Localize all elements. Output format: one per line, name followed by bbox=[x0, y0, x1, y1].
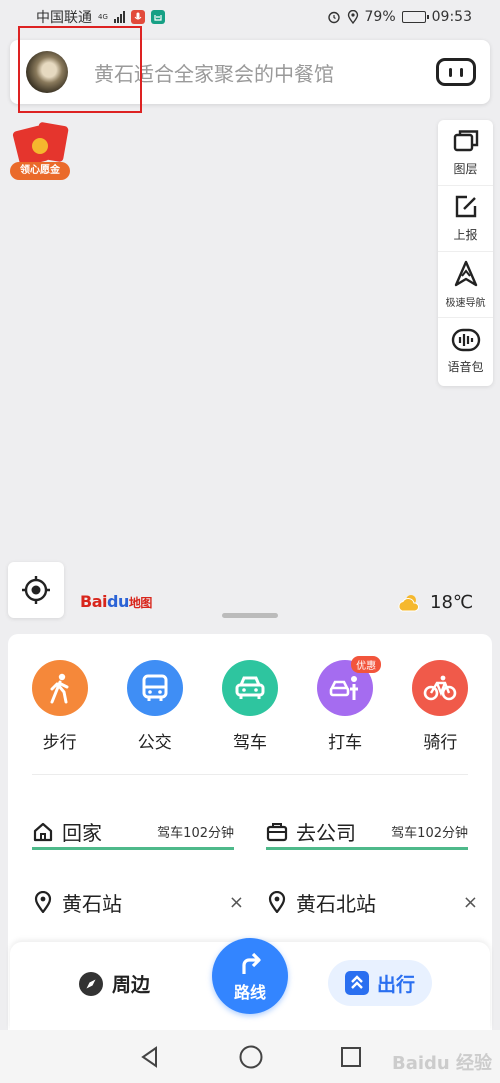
mode-drive[interactable]: 驾车 bbox=[210, 660, 290, 753]
tool-layers[interactable]: 图层 bbox=[438, 120, 493, 186]
tool-fast-navigation[interactable]: 极速导航 bbox=[438, 252, 493, 318]
layers-icon bbox=[453, 130, 478, 152]
coin-icon bbox=[32, 138, 48, 154]
route-label: 路线 bbox=[233, 983, 266, 1002]
voice-pack-icon bbox=[451, 328, 480, 351]
mode-bike[interactable]: 骑行 bbox=[400, 660, 480, 753]
tab-label: 周边 bbox=[112, 974, 151, 996]
briefcase-icon bbox=[266, 822, 288, 841]
voice-eye-right bbox=[460, 67, 463, 77]
locate-me-button[interactable] bbox=[8, 562, 64, 618]
signal-icon bbox=[114, 11, 125, 23]
mode-label: 公交 bbox=[137, 733, 172, 753]
mode-icon-circle bbox=[221, 660, 278, 716]
mode-walk[interactable]: 步行 bbox=[20, 660, 100, 753]
destination-label: 黄石北站 bbox=[296, 891, 376, 916]
mode-label: 骑行 bbox=[423, 733, 458, 753]
shortcut-company[interactable]: 去公司 驾车102分钟 bbox=[266, 816, 468, 850]
promo-badge: 优惠 bbox=[351, 656, 382, 673]
shortcut-label: 去公司 bbox=[296, 821, 356, 845]
home-icon bbox=[33, 822, 53, 841]
logo-map: 地图 bbox=[128, 596, 153, 610]
mode-icon-circle bbox=[31, 660, 88, 716]
tool-label: 语音包 bbox=[447, 359, 484, 374]
recent-destination[interactable]: 黄石北站 × bbox=[268, 886, 478, 918]
bus-icon bbox=[142, 674, 168, 701]
shortcut-eta: 驾车102分钟 bbox=[157, 826, 234, 841]
clock: 09:53 bbox=[431, 9, 472, 25]
compass-icon bbox=[79, 971, 103, 996]
highlight-annotation-box bbox=[18, 26, 142, 113]
promo-label: 领心愿金 bbox=[10, 162, 70, 180]
destination-label: 黄石站 bbox=[62, 891, 122, 916]
watermark: Baidu 经验 bbox=[391, 1053, 492, 1074]
tool-voice-pack[interactable]: 语音包 bbox=[438, 318, 493, 384]
mode-label: 步行 bbox=[42, 733, 77, 753]
tool-report[interactable]: 上报 bbox=[438, 186, 493, 252]
panel-drag-handle[interactable] bbox=[222, 613, 278, 618]
mode-label: 驾车 bbox=[232, 733, 267, 753]
mode-label: 打车 bbox=[328, 733, 363, 753]
remove-button[interactable]: × bbox=[229, 892, 244, 913]
status-left: 中国联通 4G bbox=[36, 7, 165, 27]
edit-icon bbox=[455, 195, 476, 218]
status-right: 79% 09:53 bbox=[327, 9, 472, 25]
tool-label: 上报 bbox=[453, 228, 478, 242]
baidu-map-logo: Baidu地图 bbox=[80, 592, 152, 611]
cloud-sun-icon bbox=[398, 594, 419, 611]
mode-icon-circle bbox=[412, 660, 469, 716]
shortcut-home[interactable]: 回家 驾车102分钟 bbox=[32, 816, 234, 850]
tab-travel[interactable]: 出行 bbox=[328, 960, 432, 1006]
tab-label: 出行 bbox=[376, 973, 415, 996]
route-button[interactable]: 路线 bbox=[212, 938, 288, 1014]
map-tools-panel: 图层 上报 极速导航 语音包 bbox=[438, 120, 493, 386]
travel-modes: 步行 公交 驾车 优惠 打车 骑行 bbox=[8, 656, 492, 753]
shortcut-label: 回家 bbox=[62, 821, 102, 845]
taxi-icon bbox=[329, 676, 359, 700]
location-pin-icon bbox=[34, 891, 52, 913]
voice-assistant-button[interactable] bbox=[436, 58, 476, 86]
mode-taxi[interactable]: 优惠 打车 bbox=[305, 656, 385, 753]
logo-bai: Bai bbox=[80, 592, 107, 611]
red-packet-promo[interactable]: 领心愿金 bbox=[10, 121, 72, 182]
recents-icon[interactable] bbox=[340, 1046, 362, 1068]
navigation-icon bbox=[454, 260, 477, 287]
remove-button[interactable]: × bbox=[463, 892, 478, 913]
walk-icon bbox=[50, 673, 69, 704]
back-icon[interactable] bbox=[138, 1045, 162, 1069]
bike-icon bbox=[424, 675, 457, 701]
recent-destination[interactable]: 黄石站 × bbox=[34, 886, 244, 918]
mic-icon bbox=[131, 10, 145, 24]
mode-bus[interactable]: 公交 bbox=[115, 660, 195, 753]
battery-percent: 79% bbox=[364, 9, 396, 25]
shortcut-eta: 驾车102分钟 bbox=[391, 826, 468, 841]
weather-widget[interactable]: 18℃ bbox=[396, 592, 473, 613]
tool-label: 极速导航 bbox=[445, 298, 486, 309]
alarm-icon bbox=[327, 11, 340, 24]
route-arrow-icon bbox=[242, 952, 261, 974]
app-notification-icon bbox=[151, 10, 165, 24]
temperature: 18℃ bbox=[430, 592, 474, 613]
location-pin-icon bbox=[268, 891, 286, 913]
logo-du: du bbox=[106, 592, 129, 611]
divider bbox=[32, 774, 468, 775]
crosshair-icon bbox=[22, 576, 50, 604]
car-icon bbox=[235, 676, 265, 699]
battery-icon bbox=[401, 11, 429, 23]
mode-icon-circle bbox=[126, 660, 183, 716]
bottom-tab-bar: 周边 路线 出行 bbox=[10, 938, 490, 1030]
network-type: 4G bbox=[98, 12, 108, 21]
travel-icon bbox=[344, 971, 369, 995]
location-status-icon bbox=[347, 10, 358, 24]
tab-nearby[interactable]: 周边 bbox=[78, 970, 150, 997]
tool-label: 图层 bbox=[453, 162, 478, 176]
voice-eye-left bbox=[449, 67, 452, 77]
search-input[interactable]: 黄石适合全家聚会的中餐馆 bbox=[94, 58, 436, 87]
home-button-icon[interactable] bbox=[238, 1044, 264, 1070]
carrier-name: 中国联通 bbox=[36, 10, 92, 26]
